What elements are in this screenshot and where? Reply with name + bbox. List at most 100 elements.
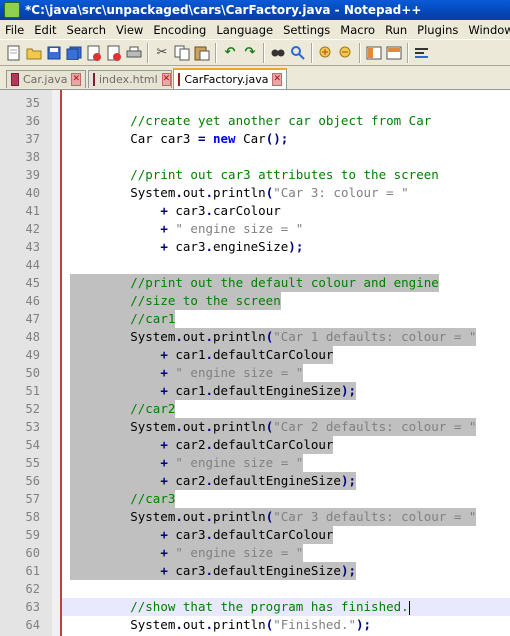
- code-line[interactable]: 41 + car3.carColour: [0, 202, 510, 220]
- code-text: + car1.defaultEngineSize);: [70, 382, 357, 400]
- toolbar-separator: [263, 42, 265, 63]
- toolbar: ✂ ↶ ↷: [0, 39, 510, 66]
- code-text: + car2.defaultEngineSize);: [70, 472, 357, 490]
- toolbar-separator: [215, 42, 217, 63]
- code-line[interactable]: 51 + car1.defaultEngineSize);: [0, 382, 510, 400]
- code-text: //car2: [70, 400, 176, 418]
- code-line[interactable]: 39 //print out car3 attributes to the sc…: [0, 166, 510, 184]
- sync-horizontal-icon[interactable]: [385, 44, 403, 62]
- code-line[interactable]: 36 //create yet another car object from …: [0, 112, 510, 130]
- code-line[interactable]: 45 //print out the default colour and en…: [0, 274, 510, 292]
- menu-search[interactable]: Search: [62, 23, 112, 37]
- menu-plugins[interactable]: Plugins: [412, 23, 463, 37]
- line-number: 49: [25, 348, 40, 362]
- line-number: 61: [25, 564, 40, 578]
- save-all-icon[interactable]: [65, 44, 83, 62]
- tab-carfactory-java[interactable]: CarFactory.java ✕: [173, 68, 287, 89]
- code-line[interactable]: 58 System.out.println("Car 3 defaults: c…: [0, 508, 510, 526]
- code-text: + " engine size = ": [70, 454, 304, 472]
- code-line[interactable]: 57 //car3: [0, 490, 510, 508]
- zoom-out-icon[interactable]: [337, 44, 355, 62]
- window-title: *C:\java\src\unpackaged\cars\CarFactory.…: [25, 3, 422, 17]
- code-line[interactable]: 63 //show that the program has finished.: [0, 598, 510, 616]
- tab-bar: Car.java ✕ index.html ✕ CarFactory.java …: [0, 66, 510, 90]
- open-file-icon[interactable]: [25, 44, 43, 62]
- copy-icon[interactable]: [173, 44, 191, 62]
- code-line[interactable]: 46 //size to the screen: [0, 292, 510, 310]
- line-number: 64: [25, 618, 40, 632]
- code-line[interactable]: 37 Car car3 = new Car();: [0, 130, 510, 148]
- line-number: 46: [25, 294, 40, 308]
- code-line[interactable]: 47 //car1: [0, 310, 510, 328]
- code-line[interactable]: 60 + " engine size = ": [0, 544, 510, 562]
- code-text: //show that the program has finished.: [130, 599, 410, 615]
- code-line[interactable]: 38: [0, 148, 510, 166]
- code-line[interactable]: 49 + car1.defaultCarColour: [0, 346, 510, 364]
- code-line[interactable]: 59 + car3.defaultCarColour: [0, 526, 510, 544]
- new-file-icon[interactable]: [5, 44, 23, 62]
- code-editor[interactable]: 35 36 //create yet another car object fro…: [0, 90, 510, 636]
- code-line[interactable]: 40 System.out.println("Car 3: colour = ": [0, 184, 510, 202]
- redo-icon[interactable]: ↷: [241, 44, 259, 62]
- paste-icon[interactable]: [193, 44, 211, 62]
- cut-icon[interactable]: ✂: [153, 44, 171, 62]
- code-text: //car1: [70, 310, 176, 328]
- menu-view[interactable]: View: [111, 23, 148, 37]
- replace-icon[interactable]: [289, 44, 307, 62]
- menu-bar: File Edit Search View Encoding Language …: [0, 20, 510, 39]
- menu-edit[interactable]: Edit: [29, 23, 61, 37]
- code-line[interactable]: 54 + car2.defaultCarColour: [0, 436, 510, 454]
- line-number: 40: [25, 186, 40, 200]
- toolbar-separator: [311, 42, 313, 63]
- code-line[interactable]: 52 //car2: [0, 400, 510, 418]
- file-icon: [93, 73, 95, 86]
- sync-vertical-icon[interactable]: [365, 44, 383, 62]
- tab-label: Car.java: [22, 73, 68, 86]
- menu-settings[interactable]: Settings: [278, 23, 335, 37]
- find-icon[interactable]: [269, 44, 287, 62]
- menu-window[interactable]: Window: [463, 23, 510, 37]
- code-line[interactable]: 35: [0, 94, 510, 112]
- line-number: 38: [25, 150, 40, 164]
- menu-file[interactable]: File: [0, 23, 29, 37]
- tab-index-html[interactable]: index.html ✕: [88, 70, 172, 88]
- code-line[interactable]: 64 System.out.println("Finished.");: [0, 616, 510, 634]
- code-line[interactable]: 55 + " engine size = ": [0, 454, 510, 472]
- file-icon: [11, 73, 19, 86]
- close-all-icon[interactable]: [105, 44, 123, 62]
- code-line[interactable]: 53 System.out.println("Car 2 defaults: c…: [0, 418, 510, 436]
- line-number: 35: [25, 96, 40, 110]
- code-line[interactable]: 48 System.out.println("Car 1 defaults: c…: [0, 328, 510, 346]
- close-icon[interactable]: [85, 44, 103, 62]
- code-line[interactable]: 50 + " engine size = ": [0, 364, 510, 382]
- undo-icon[interactable]: ↶: [221, 44, 239, 62]
- code-line[interactable]: 62: [0, 580, 510, 598]
- code-text: + car3.carColour: [160, 203, 281, 218]
- menu-macro[interactable]: Macro: [335, 23, 380, 37]
- tab-car-java[interactable]: Car.java ✕: [6, 70, 86, 88]
- code-text: //print out the default colour and engin…: [70, 274, 439, 292]
- code-text: + " engine size = ": [70, 364, 304, 382]
- close-tab-icon[interactable]: ✕: [161, 73, 172, 86]
- save-icon[interactable]: [45, 44, 63, 62]
- menu-encoding[interactable]: Encoding: [148, 23, 211, 37]
- print-icon[interactable]: [125, 44, 143, 62]
- line-number: 57: [25, 492, 40, 506]
- code-line[interactable]: 61 + car3.defaultEngineSize);: [0, 562, 510, 580]
- code-line[interactable]: 43 + car3.engineSize);: [0, 238, 510, 256]
- word-wrap-icon[interactable]: [413, 44, 431, 62]
- close-tab-icon[interactable]: ✕: [272, 73, 282, 86]
- close-tab-icon[interactable]: ✕: [71, 73, 81, 86]
- code-line[interactable]: 56 + car2.defaultEngineSize);: [0, 472, 510, 490]
- code-line[interactable]: 44: [0, 256, 510, 274]
- menu-language[interactable]: Language: [211, 23, 278, 37]
- line-number: 54: [25, 438, 40, 452]
- line-number: 47: [25, 312, 40, 326]
- zoom-in-icon[interactable]: [317, 44, 335, 62]
- menu-run[interactable]: Run: [380, 23, 412, 37]
- code-text: System.out.println("Car 1 defaults: colo…: [70, 328, 477, 346]
- code-text: //car3: [70, 490, 176, 508]
- line-number: 50: [25, 366, 40, 380]
- code-line[interactable]: 42 + " engine size = ": [0, 220, 510, 238]
- line-number: 43: [25, 240, 40, 254]
